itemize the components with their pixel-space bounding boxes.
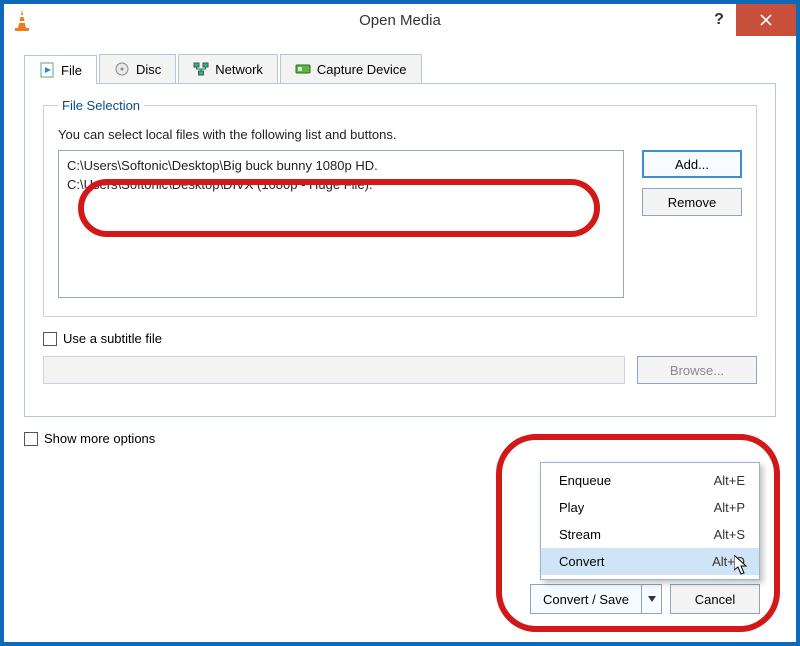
close-button[interactable] <box>736 4 796 36</box>
tab-file[interactable]: File <box>24 55 97 84</box>
tab-label: File <box>61 63 82 78</box>
menu-item-play[interactable]: Play Alt+P <box>541 494 759 521</box>
add-button[interactable]: Add... <box>642 150 742 178</box>
menu-item-label: Enqueue <box>559 473 611 488</box>
file-selection-legend: File Selection <box>58 98 144 113</box>
list-item[interactable]: C:\Users\Softonic\Desktop\DIVX (1080p - … <box>67 176 615 195</box>
tab-label: Disc <box>136 62 161 77</box>
checkbox-box-icon <box>43 332 57 346</box>
vlc-cone-icon <box>12 8 32 35</box>
show-more-options-checkbox[interactable]: Show more options <box>24 431 776 446</box>
use-subtitle-label: Use a subtitle file <box>63 331 162 346</box>
checkbox-box-icon <box>24 432 38 446</box>
capture-icon <box>295 61 311 77</box>
convert-save-dropdown-toggle[interactable] <box>642 584 662 614</box>
titlebar: Open Media ? <box>4 4 796 36</box>
menu-item-shortcut: Alt+P <box>714 500 745 515</box>
file-list[interactable]: C:\Users\Softonic\Desktop\Big buck bunny… <box>58 150 624 298</box>
dialog-title: Open Media <box>359 12 441 29</box>
file-selection-group: File Selection You can select local file… <box>43 98 757 317</box>
tab-capture[interactable]: Capture Device <box>280 54 422 83</box>
menu-item-convert[interactable]: Convert Alt+O <box>541 548 759 575</box>
show-more-options-label: Show more options <box>44 431 155 446</box>
list-item[interactable]: C:\Users\Softonic\Desktop\Big buck bunny… <box>67 157 615 176</box>
tab-label: Capture Device <box>317 62 407 77</box>
menu-item-shortcut: Alt+E <box>714 473 745 488</box>
action-area: Enqueue Alt+E Play Alt+P Stream Alt+S Co… <box>512 584 760 614</box>
cancel-button[interactable]: Cancel <box>670 584 760 614</box>
menu-item-label: Play <box>559 500 584 515</box>
tab-strip: File Disc Network Capture Device <box>24 54 776 84</box>
tab-disc[interactable]: Disc <box>99 54 176 83</box>
network-icon <box>193 61 209 77</box>
subtitle-path-field <box>43 356 625 384</box>
menu-item-enqueue[interactable]: Enqueue Alt+E <box>541 467 759 494</box>
chevron-down-icon <box>648 596 656 602</box>
file-play-icon <box>39 62 55 78</box>
tab-body-file: File Selection You can select local file… <box>24 84 776 417</box>
remove-button[interactable]: Remove <box>642 188 742 216</box>
tab-label: Network <box>215 62 263 77</box>
tab-network[interactable]: Network <box>178 54 278 83</box>
menu-item-shortcut: Alt+S <box>714 527 745 542</box>
convert-save-button[interactable]: Convert / Save <box>530 584 642 614</box>
menu-item-label: Convert <box>559 554 605 569</box>
convert-save-split-button: Convert / Save <box>530 584 662 614</box>
menu-item-shortcut: Alt+O <box>712 554 745 569</box>
use-subtitle-checkbox[interactable]: Use a subtitle file <box>43 331 757 346</box>
file-selection-hint: You can select local files with the foll… <box>58 127 742 142</box>
convert-dropdown-menu: Enqueue Alt+E Play Alt+P Stream Alt+S Co… <box>540 462 760 580</box>
help-button[interactable]: ? <box>702 4 736 36</box>
menu-item-label: Stream <box>559 527 601 542</box>
menu-item-stream[interactable]: Stream Alt+S <box>541 521 759 548</box>
browse-button: Browse... <box>637 356 757 384</box>
disc-icon <box>114 61 130 77</box>
